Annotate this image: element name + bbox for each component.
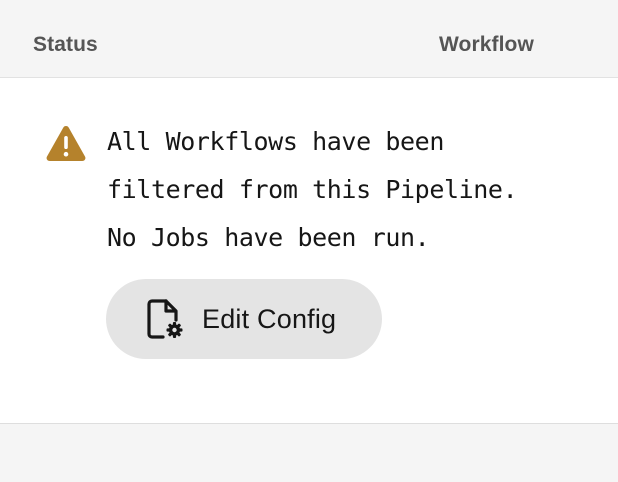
warning-triangle-icon [45, 124, 87, 162]
empty-state: All Workflows have been filtered from th… [0, 78, 618, 423]
pipeline-workflows-panel: Status Workflow All Workflows have been … [0, 0, 618, 482]
message-line: filtered from this Pipeline. [107, 175, 518, 204]
message-line: All Workflows have been [107, 127, 444, 156]
file-settings-icon [146, 298, 184, 340]
edit-config-button[interactable]: Edit Config [106, 279, 382, 359]
status-column-header: Status [33, 33, 98, 56]
edit-config-label: Edit Config [202, 303, 337, 334]
message-line: No Jobs have been run. [107, 223, 430, 252]
table-footer [0, 423, 618, 482]
empty-state-message: All Workflows have been filtered from th… [107, 118, 607, 262]
table-header: Status Workflow [0, 0, 618, 78]
workflow-column-header: Workflow [439, 33, 534, 56]
